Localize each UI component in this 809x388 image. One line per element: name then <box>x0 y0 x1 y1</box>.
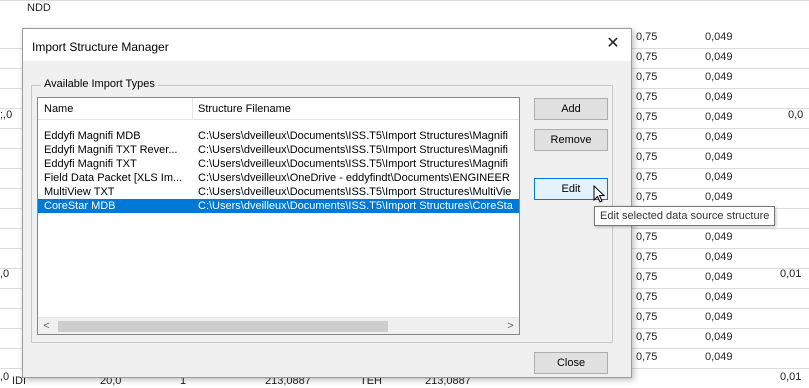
cell-col-a: 0,75 <box>636 111 658 123</box>
cell-col-b: 0,049 <box>705 311 733 323</box>
cell-col-b: 0,049 <box>705 151 733 163</box>
cell-col-b: 0,049 <box>705 191 733 203</box>
cell-col-b: 0,049 <box>705 271 733 283</box>
close-button[interactable]: Close <box>534 352 608 374</box>
side-value: ,0 <box>0 371 10 383</box>
cell-col-a: 0,75 <box>636 271 658 283</box>
cell-col-a: 0,75 <box>636 131 658 143</box>
cell-col-a: 0,75 <box>636 351 658 363</box>
grid-line <box>0 0 809 1</box>
list-header: Name Structure Filename <box>38 98 519 120</box>
cell-col-a: 0,75 <box>636 51 658 63</box>
list-item[interactable]: Eddyfi Magnifi MDB C:\Users\dveilleux\Doc… <box>38 129 519 143</box>
column-header-filename[interactable]: Structure Filename <box>198 103 291 115</box>
cell-col-a: 0,75 <box>636 231 658 243</box>
import-type-name: MultiView TXT <box>44 186 115 198</box>
list-item[interactable]: MultiView TXT C:\Users\dveilleux\Document… <box>38 185 519 199</box>
cell-col-b: 0,049 <box>705 91 733 103</box>
cell-col-b: 0,049 <box>705 171 733 183</box>
scroll-left-icon[interactable]: < <box>38 318 55 334</box>
cell-col-b: 0,049 <box>705 231 733 243</box>
list-item[interactable]: CoreStar MDB C:\Users\dveilleux\Documents… <box>38 199 519 213</box>
import-structure-manager-dialog: Import Structure Manager ✕ Available Imp… <box>22 28 632 378</box>
import-type-name: Eddyfi Magnifi MDB <box>44 130 141 142</box>
horizontal-scrollbar[interactable]: < > <box>38 317 519 334</box>
right-value: 0,0 <box>788 109 804 121</box>
dialog-titlebar[interactable]: Import Structure Manager ✕ <box>23 29 631 61</box>
cell-col-a: 0,75 <box>636 331 658 343</box>
import-type-name: Eddyfi Magnifi TXT Rever... <box>44 144 178 156</box>
edit-tooltip: Edit selected data source structure <box>594 206 776 226</box>
structure-filename: C:\Users\dveilleux\Documents\ISS.T5\Impo… <box>198 144 508 156</box>
cell-col-b: 0,049 <box>705 331 733 343</box>
spreadsheet-top-label: NDD <box>27 2 51 14</box>
structure-filename: C:\Users\dveilleux\OneDrive - eddyfindt\… <box>198 172 510 184</box>
column-separator[interactable] <box>192 98 193 120</box>
cell-col-a: 0,75 <box>636 71 658 83</box>
structure-filename: C:\Users\dveilleux\Documents\ISS.T5\Impo… <box>198 186 512 198</box>
import-type-name: CoreStar MDB <box>44 200 116 212</box>
cell-col-a: 0,75 <box>636 251 658 263</box>
list-item[interactable]: Eddyfi Magnifi TXT C:\Users\dveilleux\Doc… <box>38 157 519 171</box>
cell-col-a: 0,75 <box>636 171 658 183</box>
cell-col-a: 0,75 <box>636 191 658 203</box>
cell-col-b: 0,049 <box>705 251 733 263</box>
import-types-list[interactable]: Name Structure Filename Eddyfi Magnifi M… <box>37 97 520 335</box>
import-type-name: Field Data Packet [XLS Im... <box>44 172 183 184</box>
remove-button[interactable]: Remove <box>534 129 608 151</box>
scroll-thumb[interactable] <box>58 321 388 332</box>
side-value: ;,0 <box>0 109 13 121</box>
scroll-right-icon[interactable]: > <box>502 318 519 334</box>
cell-col-b: 0,049 <box>705 111 733 123</box>
structure-filename: C:\Users\dveilleux\Documents\ISS.T5\Impo… <box>198 158 508 170</box>
cell-col-b: 0,049 <box>705 31 733 43</box>
close-icon[interactable]: ✕ <box>601 33 625 55</box>
cell-col-b: 0,049 <box>705 131 733 143</box>
cell-col-b: 0,049 <box>705 351 733 363</box>
cell-col-a: 0,75 <box>636 311 658 323</box>
structure-filename: C:\Users\dveilleux\Documents\ISS.T5\Impo… <box>198 200 513 212</box>
structure-filename: C:\Users\dveilleux\Documents\ISS.T5\Impo… <box>198 130 508 142</box>
group-label: Available Import Types <box>41 78 158 90</box>
side-value: ,0 <box>0 268 10 280</box>
cell-col-a: 0,75 <box>636 151 658 163</box>
right-value: 0,01 <box>780 268 802 280</box>
cell-col-a: 0,75 <box>636 91 658 103</box>
cell-col-b: 0,049 <box>705 71 733 83</box>
list-item[interactable]: Field Data Packet [XLS Im... C:\Users\dve… <box>38 171 519 185</box>
import-type-name: Eddyfi Magnifi TXT <box>44 158 137 170</box>
list-item[interactable]: Eddyfi Magnifi TXT Rever... C:\Users\dvei… <box>38 143 519 157</box>
cell-col-b: 0,049 <box>705 51 733 63</box>
right-value: 0,01 <box>780 371 802 383</box>
cell-col-a: 0,75 <box>636 31 658 43</box>
dialog-title: Import Structure Manager <box>32 40 169 54</box>
mouse-cursor-icon <box>593 185 606 203</box>
cell-col-b: 0,049 <box>705 291 733 303</box>
cell-col-a: 0,75 <box>636 291 658 303</box>
column-header-name[interactable]: Name <box>44 103 73 115</box>
add-button[interactable]: Add <box>534 98 608 120</box>
